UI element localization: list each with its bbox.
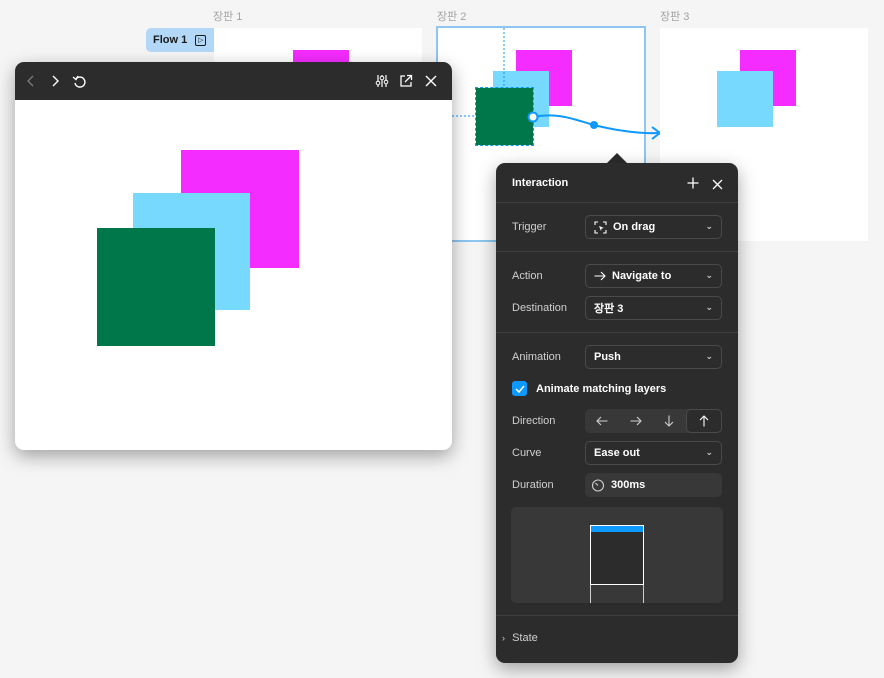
light-blue-square[interactable] [717,71,773,127]
duration-value: 300ms [611,479,646,491]
interaction-panel: Interaction Trigger On drag ⌄ Action Nav… [496,163,738,663]
preview-frame-incoming [590,525,644,585]
preview-toolbar [15,62,452,100]
arrow-right-icon [630,416,642,426]
play-icon[interactable]: ▷ [195,34,207,46]
chevron-down-icon: ⌄ [705,270,713,280]
destination-select[interactable]: 장판 3 ⌄ [585,296,722,320]
check-icon [514,385,525,393]
chevron-down-icon: ⌄ [705,447,713,457]
curve-label: Curve [512,447,542,459]
divider [496,615,738,616]
preview-frame-outgoing [590,585,644,603]
animate-matching-checkbox[interactable] [512,381,527,396]
close-icon[interactable] [422,72,440,90]
action-label: Action [512,270,543,282]
drag-icon [594,220,607,234]
chevron-right-icon: › [502,633,505,643]
curve-select[interactable]: Ease out ⌄ [585,441,722,465]
chevron-down-icon: ⌄ [705,351,713,361]
arrow-left-icon [596,416,608,426]
state-section-toggle[interactable]: › State [502,632,538,644]
duration-input[interactable]: 300ms [585,473,722,497]
direction-group [585,409,722,433]
close-icon[interactable] [712,177,723,195]
direction-up-button[interactable] [686,409,722,433]
animation-value: Push [594,351,621,363]
destination-label: Destination [512,302,568,314]
trigger-value: On drag [613,221,656,233]
action-select[interactable]: Navigate to ⌄ [585,264,722,288]
animation-preview [511,507,723,603]
divider [496,251,738,252]
plus-icon[interactable] [687,176,699,194]
state-label: State [512,632,538,644]
divider [496,202,738,203]
chevron-down-icon: ⌄ [705,221,713,231]
arrow-down-icon [664,415,674,427]
direction-right-button[interactable] [619,409,653,433]
direction-label: Direction [512,415,556,427]
arrow-right-icon [594,271,606,281]
flow-badge[interactable]: Flow 1 ▷ [146,28,214,52]
chevron-down-icon: ⌄ [705,302,713,312]
trigger-select[interactable]: On drag ⌄ [585,215,722,239]
direction-down-button[interactable] [653,409,687,433]
prototype-preview-window [15,62,452,450]
open-external-icon[interactable] [397,72,415,90]
trigger-label: Trigger [512,221,547,233]
chevron-left-icon[interactable] [22,72,40,90]
flow-label: Flow 1 [153,34,188,46]
duration-label: Duration [512,479,554,491]
timer-icon [591,478,605,492]
panel-title: Interaction [512,177,569,189]
chevron-right-icon[interactable] [46,72,64,90]
animation-select[interactable]: Push ⌄ [585,345,722,369]
destination-value: 장판 3 [594,303,624,315]
animation-label: Animation [512,351,561,363]
divider [496,332,738,333]
arrow-up-icon [699,415,709,427]
green-square [97,228,215,346]
animate-matching-label: Animate matching layers [536,383,667,395]
direction-left-button[interactable] [585,409,619,433]
restart-icon[interactable] [70,72,88,90]
curve-value: Ease out [594,447,640,459]
sliders-icon[interactable] [373,72,391,90]
action-value: Navigate to [612,270,672,282]
